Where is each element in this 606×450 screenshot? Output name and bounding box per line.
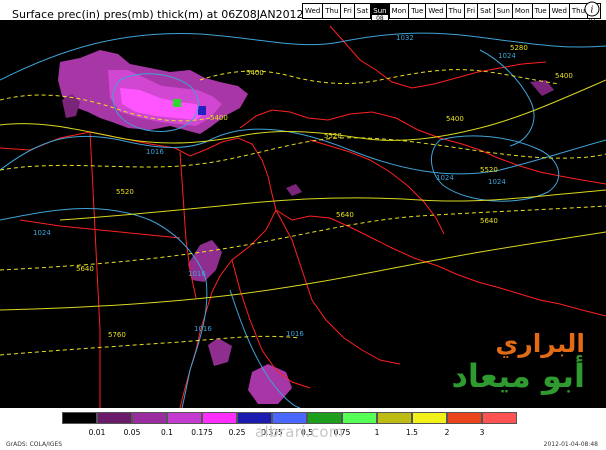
isobar-label: 1016 <box>286 330 304 338</box>
precip-blue-cell <box>198 106 206 115</box>
day-tab[interactable]: Thu <box>447 4 465 18</box>
isobar-label: 1024 <box>436 174 454 182</box>
thickness-label: 5760 <box>108 331 126 339</box>
day-tab[interactable]: Wed <box>426 4 447 18</box>
day-tab[interactable]: Fri <box>341 4 355 18</box>
albrari-logo: البراري أبو ميعاد <box>435 330 585 400</box>
thickness-label: 5400 <box>555 72 573 80</box>
colorbar-label: 3 <box>479 428 485 437</box>
isobar-label: 1024 <box>498 52 516 60</box>
colorbar-label: 0.1 <box>161 428 173 437</box>
thickness-label: 5640 <box>336 211 354 219</box>
colorbar-swatch <box>447 412 482 424</box>
colorbar-swatch <box>342 412 377 424</box>
colorbar-label: 0.175 <box>191 428 213 437</box>
isobar-label: 1016 <box>146 148 164 156</box>
thickness-label: 5640 <box>76 265 94 273</box>
timestamp: 2012-01-04-08:48 <box>543 441 598 448</box>
thickness-label: 5400 <box>446 115 464 123</box>
isobar-label: 1024 <box>488 178 506 186</box>
isobar-label: 1024 <box>33 229 51 237</box>
day-tab[interactable]: Sun <box>495 4 513 18</box>
day-tab[interactable]: Sat <box>355 4 372 18</box>
day-tab[interactable]: Tue <box>409 4 427 18</box>
colorbar-label: 1.5 <box>406 428 418 437</box>
day-tab[interactable]: Sat <box>478 4 495 18</box>
day-tab[interactable]: Thu <box>323 4 342 18</box>
colorbar-swatch <box>412 412 447 424</box>
colorbar-label: 0.01 <box>88 428 106 437</box>
grads-credit: GrADS: COLA/IGES <box>6 441 63 448</box>
colorbar-swatch <box>62 412 97 424</box>
thickness-label: 5520 <box>480 166 498 174</box>
logo-line-1: البراري <box>495 329 585 358</box>
logo-line-2: أبو ميعاد <box>451 357 585 395</box>
day-selector[interactable]: Wed Thu Fri Sat Sun 08 Mon Tue Wed Thu Fri Sat Sun Mo… <box>302 3 602 24</box>
colorbar-label: 0.05 <box>123 428 141 437</box>
colorbar-swatch <box>132 412 167 424</box>
day-tab[interactable]: Wed <box>550 4 570 18</box>
thickness-label: 5280 <box>510 44 528 52</box>
colorbar-label: 0.25 <box>228 428 246 437</box>
day-tab[interactable]: Tue <box>533 4 550 18</box>
colorbar-label: 2 <box>444 428 450 437</box>
thickness-label: 5400 <box>210 114 228 122</box>
thickness-label: 5520 <box>116 188 134 196</box>
day-tab[interactable]: Mon <box>513 4 533 18</box>
isobar-label: 1016 <box>188 270 206 278</box>
thickness-label: 5400 <box>246 69 264 77</box>
day-tab[interactable]: Fri <box>465 4 479 18</box>
colorbar-swatch <box>97 412 132 424</box>
day-tab[interactable]: Mon <box>390 4 410 18</box>
site-watermark: albrari.com <box>255 423 344 441</box>
colorbar-swatch <box>202 412 237 424</box>
colorbar-swatch <box>377 412 412 424</box>
day-tab[interactable]: Wed <box>303 4 324 18</box>
colorbar-swatch <box>167 412 202 424</box>
thickness-label: 5520 <box>324 132 342 140</box>
info-icon-glyph: i <box>591 6 594 16</box>
colorbar-label: 1 <box>374 428 380 437</box>
isobar-label: 1032 <box>396 34 414 42</box>
isobar-label: 1016 <box>194 325 212 333</box>
day-tab[interactable]: Sun 08 <box>371 4 390 24</box>
colorbar-swatch <box>482 412 517 424</box>
precip-green-cell <box>173 99 181 107</box>
thickness-label: 5640 <box>480 217 498 225</box>
